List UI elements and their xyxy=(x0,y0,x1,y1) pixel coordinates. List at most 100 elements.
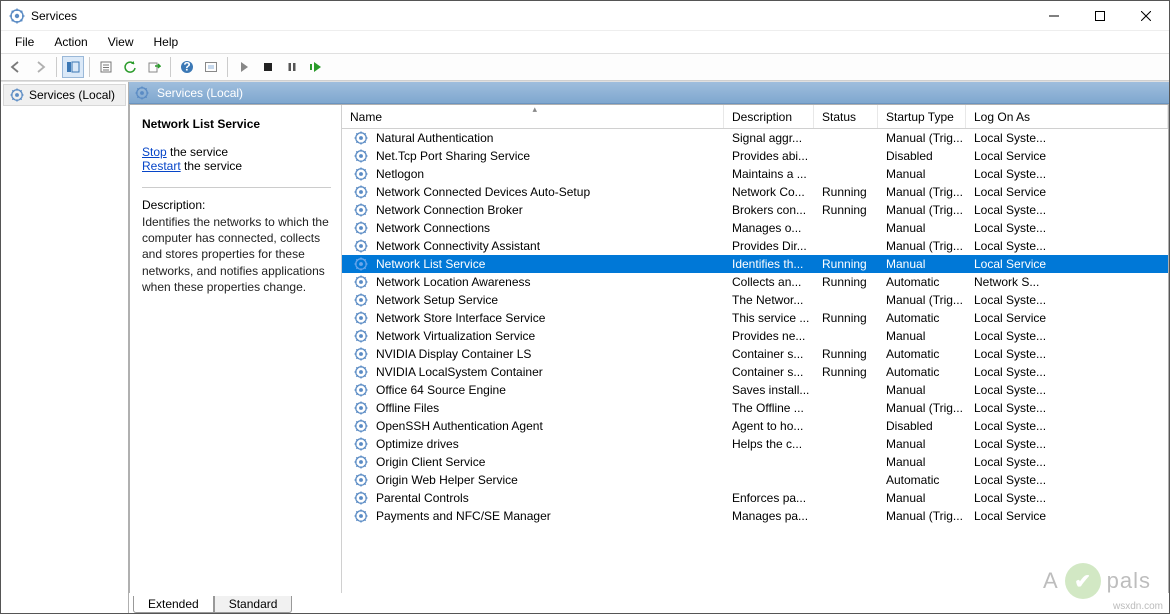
console-button[interactable] xyxy=(200,56,222,78)
service-name: Origin Client Service xyxy=(376,455,485,469)
start-service-button[interactable] xyxy=(233,56,255,78)
service-row[interactable]: Origin Web Helper ServiceAutomaticLocal … xyxy=(342,471,1168,489)
service-row[interactable]: Network ConnectionsManages o...ManualLoc… xyxy=(342,219,1168,237)
services-window: Services FileActionViewHelp ? Serv xyxy=(0,0,1170,614)
menu-file[interactable]: File xyxy=(7,33,42,51)
service-logon: Local Service xyxy=(966,257,1056,271)
gear-icon xyxy=(135,86,149,100)
service-description: The Offline ... xyxy=(724,401,814,415)
service-row[interactable]: Network Connectivity AssistantProvides D… xyxy=(342,237,1168,255)
service-description: Provides Dir... xyxy=(724,239,814,253)
service-row[interactable]: NetlogonMaintains a ...ManualLocal Syste… xyxy=(342,165,1168,183)
service-logon: Local Syste... xyxy=(966,491,1056,505)
service-name: Origin Web Helper Service xyxy=(376,473,518,487)
stop-service-link[interactable]: Stop xyxy=(142,145,167,159)
menu-view[interactable]: View xyxy=(100,33,142,51)
minimize-button[interactable] xyxy=(1031,1,1077,30)
properties-button[interactable] xyxy=(95,56,117,78)
stop-service-link-row: Stop the service xyxy=(142,145,331,159)
service-logon: Local Syste... xyxy=(966,221,1056,235)
restart-service-link[interactable]: Restart xyxy=(142,159,181,173)
service-row[interactable]: Network Store Interface ServiceThis serv… xyxy=(342,309,1168,327)
service-row[interactable]: Origin Client ServiceManualLocal Syste..… xyxy=(342,453,1168,471)
restart-service-button[interactable] xyxy=(305,56,327,78)
forward-button[interactable] xyxy=(29,56,51,78)
back-button[interactable] xyxy=(5,56,27,78)
column-description[interactable]: Description xyxy=(724,105,814,128)
service-row[interactable]: Network Virtualization ServiceProvides n… xyxy=(342,327,1168,345)
service-row[interactable]: Office 64 Source EngineSaves install...M… xyxy=(342,381,1168,399)
service-row[interactable]: NVIDIA Display Container LSContainer s..… xyxy=(342,345,1168,363)
tree-item-label: Services (Local) xyxy=(29,88,115,102)
column-name[interactable]: Name ▴ xyxy=(342,105,724,128)
service-row[interactable]: Network Location AwarenessCollects an...… xyxy=(342,273,1168,291)
service-startup: Automatic xyxy=(878,365,966,379)
service-name: OpenSSH Authentication Agent xyxy=(376,419,543,433)
service-name: Network Connections xyxy=(376,221,490,235)
service-description: Collects an... xyxy=(724,275,814,289)
service-row[interactable]: OpenSSH Authentication AgentAgent to ho.… xyxy=(342,417,1168,435)
gear-icon xyxy=(354,383,368,397)
column-logon[interactable]: Log On As xyxy=(966,105,1168,128)
tree-item-services-local[interactable]: Services (Local) xyxy=(3,84,126,106)
column-startup[interactable]: Startup Type xyxy=(878,105,966,128)
service-description: Maintains a ... xyxy=(724,167,814,181)
service-name: Natural Authentication xyxy=(376,131,493,145)
service-startup: Manual xyxy=(878,221,966,235)
service-logon: Local Service xyxy=(966,509,1056,523)
tree-pane[interactable]: Services (Local) xyxy=(1,82,129,613)
service-status: Running xyxy=(814,365,878,379)
service-description: Network Co... xyxy=(724,185,814,199)
service-name: Network Connection Broker xyxy=(376,203,523,217)
service-startup: Manual (Trig... xyxy=(878,401,966,415)
service-row[interactable]: Offline FilesThe Offline ...Manual (Trig… xyxy=(342,399,1168,417)
footer-url: wsxdn.com xyxy=(1113,601,1163,612)
service-status: Running xyxy=(814,203,878,217)
gear-icon xyxy=(10,88,24,102)
service-row[interactable]: Network Connected Devices Auto-SetupNetw… xyxy=(342,183,1168,201)
service-logon: Local Syste... xyxy=(966,383,1056,397)
service-startup: Manual (Trig... xyxy=(878,131,966,145)
description-panel: Network List Service Stop the service Re… xyxy=(130,105,342,593)
service-logon: Local Syste... xyxy=(966,437,1056,451)
column-status[interactable]: Status xyxy=(814,105,878,128)
service-name: Network List Service xyxy=(376,257,485,271)
help-button[interactable]: ? xyxy=(176,56,198,78)
menu-action[interactable]: Action xyxy=(46,33,95,51)
close-button[interactable] xyxy=(1123,1,1169,30)
refresh-button[interactable] xyxy=(119,56,141,78)
list-body[interactable]: Natural AuthenticationSignal aggr...Manu… xyxy=(342,129,1168,593)
separator xyxy=(142,187,331,188)
gear-icon xyxy=(354,275,368,289)
service-startup: Manual xyxy=(878,455,966,469)
service-startup: Automatic xyxy=(878,347,966,361)
service-row[interactable]: Payments and NFC/SE ManagerManages pa...… xyxy=(342,507,1168,525)
gear-icon xyxy=(354,509,368,523)
service-status: Running xyxy=(814,275,878,289)
tab-extended[interactable]: Extended xyxy=(133,596,214,613)
stop-service-button[interactable] xyxy=(257,56,279,78)
service-description: Provides ne... xyxy=(724,329,814,343)
service-row[interactable]: Network List ServiceIdentifies th...Runn… xyxy=(342,255,1168,273)
service-row[interactable]: Net.Tcp Port Sharing ServiceProvides abi… xyxy=(342,147,1168,165)
maximize-button[interactable] xyxy=(1077,1,1123,30)
service-row[interactable]: NVIDIA LocalSystem ContainerContainer s.… xyxy=(342,363,1168,381)
service-row[interactable]: Optimize drivesHelps the c...ManualLocal… xyxy=(342,435,1168,453)
service-row[interactable]: Parental ControlsEnforces pa...ManualLoc… xyxy=(342,489,1168,507)
service-logon: Local Syste... xyxy=(966,347,1056,361)
service-row[interactable]: Network Setup ServiceThe Networ...Manual… xyxy=(342,291,1168,309)
service-row[interactable]: Network Connection BrokerBrokers con...R… xyxy=(342,201,1168,219)
service-status: Running xyxy=(814,311,878,325)
tab-standard[interactable]: Standard xyxy=(214,596,293,613)
pause-service-button[interactable] xyxy=(281,56,303,78)
services-list: Name ▴ Description Status Startup Type L… xyxy=(342,105,1168,593)
service-startup: Manual xyxy=(878,167,966,181)
gear-icon xyxy=(354,455,368,469)
menu-help[interactable]: Help xyxy=(146,33,187,51)
service-description: Enforces pa... xyxy=(724,491,814,505)
restart-service-link-row: Restart the service xyxy=(142,159,331,173)
show-hide-tree-button[interactable] xyxy=(62,56,84,78)
service-row[interactable]: Natural AuthenticationSignal aggr...Manu… xyxy=(342,129,1168,147)
service-name: Optimize drives xyxy=(376,437,459,451)
export-button[interactable] xyxy=(143,56,165,78)
